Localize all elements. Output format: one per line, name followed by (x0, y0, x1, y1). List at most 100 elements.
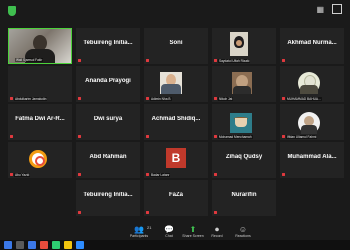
chat-label: Chat (165, 234, 173, 238)
participant-tile[interactable]: Tebuireng Initia... (76, 28, 140, 64)
participant-tile[interactable]: Abd Rahman (76, 142, 140, 178)
participant-tile[interactable]: Achmad Shidiq... (144, 104, 208, 140)
record-label: Record (211, 234, 223, 238)
participant-label: Saydatul Ulfah Rizaki (218, 59, 251, 63)
participant-tile[interactable]: Mohamad Menchamah (212, 104, 276, 140)
participant-video (232, 72, 252, 94)
participant-label: Wali Sjamsul Fakir (15, 58, 44, 62)
participant-video (160, 72, 182, 94)
reactions-label: Reactions (235, 234, 251, 238)
participant-tile[interactable]: Saydatul Ulfah Rizaki (212, 28, 276, 64)
search-icon[interactable] (16, 241, 24, 249)
muted-mic-icon (282, 173, 285, 176)
participant-name: Ananda Prayogi (85, 78, 131, 84)
muted-mic-icon (282, 97, 285, 100)
record-icon: ⏺ (215, 225, 219, 234)
participant-tile[interactable]: Dwi surya (76, 104, 140, 140)
muted-mic-icon (146, 173, 149, 176)
participant-label: Abdulkarim Jamaludin (14, 97, 48, 101)
muted-mic-icon (78, 97, 81, 100)
participant-label: Nikoh Jat (218, 97, 234, 101)
participant-tile[interactable]: Abdulkarim Jamaludin (8, 66, 72, 102)
participant-label: Abu Yazid (14, 173, 31, 177)
participant-tile[interactable]: Iffdan Ultamul Fahmi (280, 104, 344, 140)
participant-tile[interactable]: Ananda Prayogi (76, 66, 140, 102)
share-screen-icon: ⬆ (189, 225, 197, 234)
participant-name: Muhammad Ala... (287, 154, 337, 160)
participant-tile[interactable]: FaZa (144, 180, 208, 216)
participant-name: Akhmad Nurma... (287, 40, 337, 46)
participant-tile[interactable]: Wali Sjamsul Fakir (8, 28, 72, 64)
participant-name: Fatma Dwi Ar-R... (15, 116, 65, 122)
chat-button[interactable]: 💬 Chat (160, 226, 178, 239)
participant-tile[interactable]: Soni (144, 28, 208, 64)
participant-label: MUHAMMAD BAHUA... (286, 97, 322, 101)
muted-mic-icon (78, 59, 81, 62)
muted-mic-icon (214, 97, 217, 100)
zoom-app-icon[interactable] (76, 241, 84, 249)
browser-icon[interactable] (28, 241, 36, 249)
participant-tile[interactable]: Zihaq Qudsy (212, 142, 276, 178)
participant-grid: Wali Sjamsul Fakir Tebuireng Initia... S… (0, 0, 350, 250)
muted-mic-icon (282, 59, 285, 62)
participant-video (230, 113, 252, 133)
folder-icon[interactable] (64, 241, 72, 249)
participant-tile[interactable]: MUHAMMAD BAHUA... (280, 66, 344, 102)
participant-initial-avatar: B (166, 148, 186, 168)
participant-name: Tebuireng Initia... (83, 192, 133, 198)
muted-mic-icon (214, 173, 217, 176)
participants-icon: 👥 (134, 225, 144, 234)
share-screen-button[interactable]: ⬆ Share Screen (182, 226, 204, 239)
share-screen-label: Share Screen (182, 234, 204, 238)
muted-mic-icon (146, 135, 149, 138)
participant-name: Nurarifin (231, 192, 257, 198)
reactions-icon: ☺ (238, 225, 248, 234)
muted-mic-icon (282, 135, 285, 138)
participant-name: Tebuireng Initia... (83, 40, 133, 46)
participants-button[interactable]: 👥 Participants (128, 226, 150, 239)
participant-label: Mohamad Menchamah (218, 135, 253, 139)
participant-label: Iffdan Ultamul Fahmi (286, 135, 318, 139)
participant-tile[interactable]: Akhmad Nurma... (280, 28, 344, 64)
participant-name: Achmad Shidiq... (151, 116, 201, 122)
participant-video (230, 32, 248, 56)
participant-label: Badar Latanr (150, 173, 171, 177)
muted-mic-icon (214, 59, 217, 62)
participant-name: FaZa (168, 192, 183, 198)
participant-tile[interactable]: Adimin Nha B (144, 66, 208, 102)
record-button[interactable]: ⏺ Record (208, 226, 226, 239)
participant-tile[interactable]: B Badar Latanr (144, 142, 208, 178)
app-icon[interactable] (52, 241, 60, 249)
participant-name: Soni (169, 40, 183, 46)
participant-tile[interactable]: Nikoh Jat (212, 66, 276, 102)
chat-icon: 💬 (164, 225, 174, 234)
participant-tile[interactable]: Muhammad Ala... (280, 142, 344, 178)
participant-avatar (298, 112, 320, 134)
muted-mic-icon (10, 173, 13, 176)
participant-name: Abd Rahman (89, 154, 127, 160)
participant-avatar (29, 150, 47, 168)
start-icon[interactable] (4, 241, 12, 249)
participant-name: Dwi surya (93, 116, 123, 122)
muted-mic-icon (214, 135, 217, 138)
muted-mic-icon (78, 135, 81, 138)
muted-mic-icon (10, 135, 13, 138)
muted-mic-icon (146, 211, 149, 214)
participant-label: Adimin Nha B (150, 97, 172, 101)
os-taskbar (0, 240, 350, 250)
muted-mic-icon (146, 59, 149, 62)
muted-mic-icon (146, 97, 149, 100)
muted-mic-icon (78, 211, 81, 214)
reactions-button[interactable]: ☺ Reactions (232, 226, 254, 239)
participants-label: Participants (129, 234, 149, 238)
participant-tile[interactable]: Nurarifin (212, 180, 276, 216)
app-icon[interactable] (40, 241, 48, 249)
muted-mic-icon (214, 211, 217, 214)
participant-tile[interactable]: Abu Yazid (8, 142, 72, 178)
participant-tile[interactable]: Fatma Dwi Ar-R... (8, 104, 72, 140)
participant-tile[interactable]: Tebuireng Initia... (76, 180, 140, 216)
muted-mic-icon (10, 97, 13, 100)
participant-name: Zihaq Qudsy (225, 154, 263, 160)
participant-avatar (298, 72, 320, 94)
muted-mic-icon (78, 173, 81, 176)
